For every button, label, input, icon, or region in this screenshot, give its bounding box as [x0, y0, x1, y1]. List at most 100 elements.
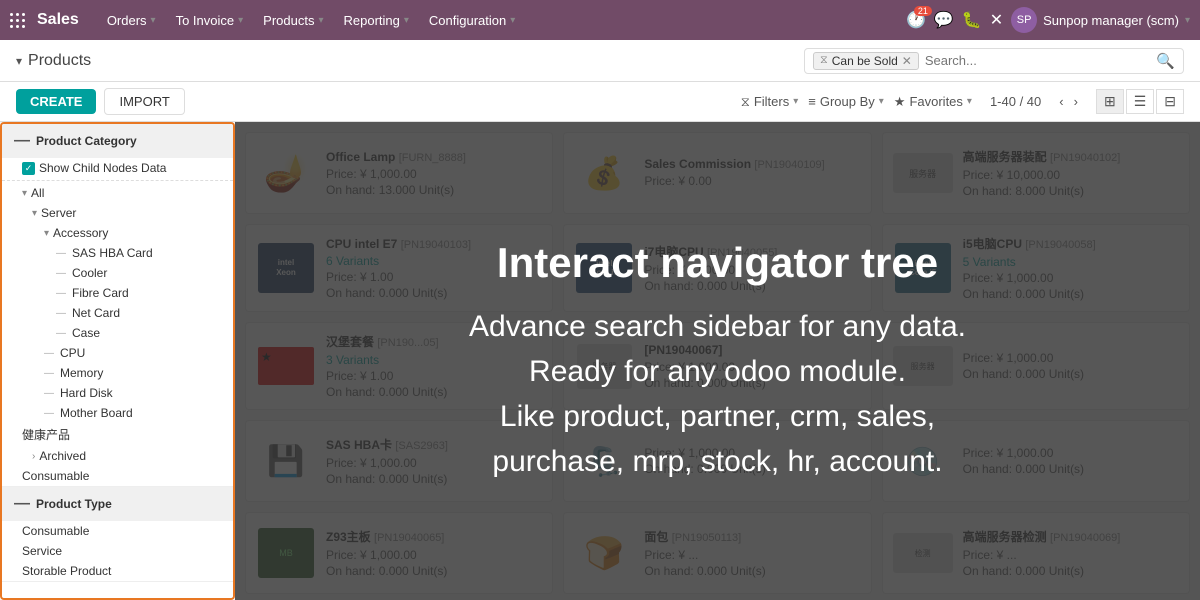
tree-archived[interactable]: › Archived — [2, 446, 233, 466]
tree-sas-label: SAS HBA Card — [72, 246, 153, 260]
action-bar: CREATE IMPORT ⧖ Filters ▾ ≡ Group By ▾ ★… — [0, 82, 1200, 122]
tree-memory-label: Memory — [60, 366, 103, 380]
favorites-label: Favorites — [909, 94, 962, 109]
tree-all-label: All — [31, 186, 44, 200]
page-info: 1-40 / 40 — [990, 94, 1041, 109]
can-be-sold-filter[interactable]: ⧖ Can be Sold ✕ — [813, 52, 919, 70]
tree-cpu[interactable]: — CPU — [2, 343, 233, 363]
group-caret: ▾ — [879, 96, 884, 107]
overlay-body: Advance search sidebar for any data. Rea… — [469, 304, 966, 484]
section2-dash: — — [14, 495, 30, 513]
chevron-down-icon: ▾ — [44, 228, 49, 239]
search-icon[interactable]: 🔍 — [1156, 52, 1175, 70]
tree-server-label: Server — [41, 206, 76, 220]
chevron-down-icon: ▾ — [22, 188, 27, 199]
type-service-label: Service — [22, 544, 62, 558]
user-menu[interactable]: SP Sunpop manager (scm) ▾ — [1011, 7, 1190, 33]
favorites-button[interactable]: ★ Favorites ▾ — [894, 94, 972, 110]
nav-to-invoice[interactable]: To Invoice ▾ — [166, 0, 254, 40]
navbar-right: 🕐 21 💬 🐛 ✕ SP Sunpop manager (scm) ▾ — [906, 7, 1190, 33]
tree-sas-hba[interactable]: — SAS HBA Card — [2, 243, 233, 263]
view-toggle: ⊞ ☰ ⊟ — [1096, 89, 1184, 114]
group-by-label: Group By — [820, 94, 875, 109]
overlay-title: Interact navigator tree — [469, 238, 966, 288]
show-child-label: Show Child Nodes Data — [39, 161, 166, 175]
show-child-checkbox[interactable]: ✓ — [22, 162, 35, 175]
section-dash: — — [14, 132, 30, 150]
search-input[interactable] — [925, 53, 1150, 68]
user-dropdown-icon: ▾ — [1185, 15, 1190, 26]
tree-health[interactable]: 健康产品 — [2, 423, 233, 446]
tree-case-label: Case — [72, 326, 100, 340]
sidebar: — Product Category ✓ Show Child Nodes Da… — [0, 122, 235, 600]
promo-overlay: Interact navigator tree Advance search s… — [235, 122, 1200, 600]
tree-cpu-label: CPU — [60, 346, 85, 360]
group-by-icon: ≡ — [808, 94, 816, 109]
tree-net-card[interactable]: — Net Card — [2, 303, 233, 323]
filters-caret: ▾ — [793, 96, 798, 107]
overlay-content: Interact navigator tree Advance search s… — [429, 208, 1006, 514]
filters-label: Filters — [754, 94, 789, 109]
breadcrumb-toggle[interactable]: ▾ — [16, 54, 22, 68]
tree-memory[interactable]: — Memory — [2, 363, 233, 383]
nav-products[interactable]: Products ▾ — [253, 0, 333, 40]
list-view-button[interactable]: ☰ — [1126, 89, 1155, 114]
search-bar: ⧖ Can be Sold ✕ 🔍 — [804, 48, 1184, 74]
tree-net-label: Net Card — [72, 306, 120, 320]
show-child-nodes-item[interactable]: ✓ Show Child Nodes Data — [2, 158, 233, 178]
type-consumable[interactable]: Consumable — [2, 521, 233, 541]
tree-harddisk-label: Hard Disk — [60, 386, 113, 400]
fav-caret: ▾ — [967, 96, 972, 107]
filter-remove-icon[interactable]: ✕ — [902, 54, 912, 68]
star-icon: ★ — [894, 94, 906, 110]
tree-motherboard[interactable]: — Mother Board — [2, 403, 233, 423]
filter-icon: ⧖ — [741, 94, 750, 110]
tree-cooler[interactable]: — Cooler — [2, 263, 233, 283]
grid-view-button[interactable]: ⊞ — [1096, 89, 1124, 114]
product-type-label: Product Type — [36, 497, 112, 511]
filters-button[interactable]: ⧖ Filters ▾ — [741, 94, 799, 110]
tree-fibre[interactable]: — Fibre Card — [2, 283, 233, 303]
tree-case[interactable]: — Case — [2, 323, 233, 343]
prev-page-icon[interactable]: ‹ — [1059, 94, 1063, 109]
tree-cooler-label: Cooler — [72, 266, 107, 280]
clock-badge: 21 — [914, 6, 932, 16]
close-icon[interactable]: ✕ — [990, 10, 1003, 30]
type-storable-label: Storable Product — [22, 564, 111, 578]
type-storable[interactable]: Storable Product — [2, 561, 233, 581]
tree-all[interactable]: ▾ All — [2, 183, 233, 203]
filter-label: Can be Sold — [832, 54, 898, 68]
top-navbar: Sales Orders ▾ To Invoice ▾ Products ▾ R… — [0, 0, 1200, 40]
tree-consumable[interactable]: Consumable — [2, 466, 233, 486]
product-category-label: Product Category — [36, 134, 137, 148]
brand-label[interactable]: Sales — [37, 11, 79, 29]
tree-fibre-label: Fibre Card — [72, 286, 129, 300]
tree-accessory[interactable]: ▾ Accessory — [2, 223, 233, 243]
nav-configuration[interactable]: Configuration ▾ — [419, 0, 525, 40]
chevron-down-icon: ▾ — [32, 208, 37, 219]
create-button[interactable]: CREATE — [16, 89, 96, 114]
clock-icon[interactable]: 🕐 21 — [906, 10, 926, 30]
product-type-section: — Product Type Consumable Service Storab… — [2, 487, 233, 582]
group-by-button[interactable]: ≡ Group By ▾ — [808, 94, 884, 109]
grid-menu-icon[interactable] — [10, 13, 25, 28]
type-service[interactable]: Service — [2, 541, 233, 561]
chat-icon[interactable]: 💬 — [934, 10, 954, 30]
tree-consumable-label: Consumable — [22, 469, 89, 483]
nav-orders[interactable]: Orders ▾ — [97, 0, 166, 40]
tree-server[interactable]: ▾ Server — [2, 203, 233, 223]
tree-accessory-label: Accessory — [53, 226, 108, 240]
breadcrumb-bar: ▾ Products ⧖ Can be Sold ✕ 🔍 — [0, 40, 1200, 82]
nav-reporting[interactable]: Reporting ▾ — [334, 0, 419, 40]
type-consumable-label: Consumable — [22, 524, 89, 538]
import-button[interactable]: IMPORT — [104, 88, 184, 115]
user-avatar: SP — [1011, 7, 1037, 33]
product-category-section: — Product Category ✓ Show Child Nodes Da… — [2, 124, 233, 487]
tree-motherboard-label: Mother Board — [60, 406, 133, 420]
user-name: Sunpop manager (scm) — [1043, 13, 1179, 28]
table-view-button[interactable]: ⊟ — [1156, 89, 1184, 114]
next-page-icon[interactable]: › — [1074, 94, 1078, 109]
tree-hard-disk[interactable]: — Hard Disk — [2, 383, 233, 403]
bug-icon[interactable]: 🐛 — [962, 10, 982, 30]
product-category-header: — Product Category — [2, 124, 233, 158]
